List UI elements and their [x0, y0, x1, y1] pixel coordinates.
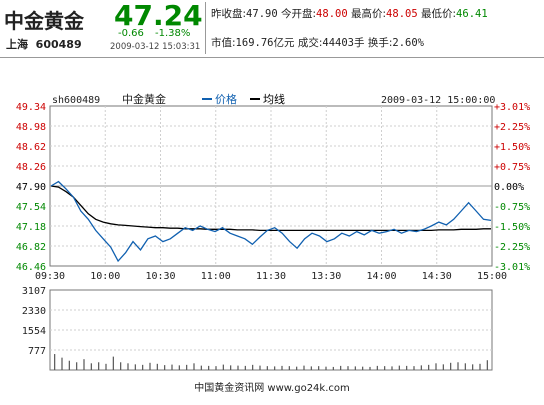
- time-tick-label: 10:30: [145, 271, 175, 282]
- percent-tick-label: +2.25%: [494, 122, 530, 133]
- chart-name-label: 中金黄金: [122, 92, 166, 106]
- price-tick-label: 48.98: [16, 122, 46, 133]
- intraday-chart: 49.34 48.98 48.62 48.26 47.90 47.54 47.18 46.82…: [16, 92, 530, 394]
- volume-tick-label: 2330: [22, 306, 46, 317]
- time-tick-label: 15:00: [477, 271, 507, 282]
- volume-tick-label: 777: [28, 346, 46, 357]
- percent-tick-label: -2.25%: [494, 242, 530, 253]
- percent-tick-label: -1.50%: [494, 222, 530, 233]
- volume-tick-label: 1554: [22, 326, 46, 337]
- percent-tick-label: 0.00%: [494, 182, 524, 193]
- price-tick-label: 46.82: [16, 242, 46, 253]
- price-tick-label: 47.54: [16, 202, 46, 213]
- time-tick-label: 11:30: [256, 271, 286, 282]
- legend-avg-label: 均线: [263, 92, 285, 106]
- percent-tick-label: +1.50%: [494, 142, 530, 153]
- percent-tick-label: -0.75%: [494, 202, 530, 213]
- time-tick-label: 13:30: [311, 271, 341, 282]
- percent-axis: +3.01% +2.25% +1.50% +0.75% 0.00% -0.75% -1.50…: [494, 102, 530, 273]
- legend-price-label: 价格: [215, 92, 237, 106]
- price-tick-label: 47.90: [16, 182, 46, 193]
- time-tick-label: 10:00: [90, 271, 120, 282]
- time-axis: 09:30 10:00 10:30 11:00 11:30 13:30 14:00 14:30…: [35, 271, 507, 282]
- time-tick-label: 14:00: [366, 271, 396, 282]
- volume-axis: 3107 2330 1554 777: [22, 286, 46, 357]
- price-axis: 49.34 48.98 48.62 48.26 47.90 47.54 47.18 46.82…: [16, 102, 46, 273]
- time-tick-label: 09:30: [35, 271, 65, 282]
- price-tick-label: 47.18: [16, 222, 46, 233]
- percent-tick-label: +0.75%: [494, 162, 530, 173]
- time-tick-label: 11:00: [201, 271, 231, 282]
- price-tick-label: 48.26: [16, 162, 46, 173]
- chart-code-label: sh600489: [52, 95, 100, 106]
- percent-tick-label: +3.01%: [494, 102, 530, 113]
- time-tick-label: 14:30: [422, 271, 452, 282]
- chart-timestamp: 2009-03-12 15:00:00: [381, 95, 495, 106]
- volume-tick-label: 3107: [22, 286, 46, 297]
- footer-source: 中国黄金资讯网 www.go24k.com: [194, 381, 350, 394]
- price-tick-label: 48.62: [16, 142, 46, 153]
- price-tick-label: 49.34: [16, 102, 46, 113]
